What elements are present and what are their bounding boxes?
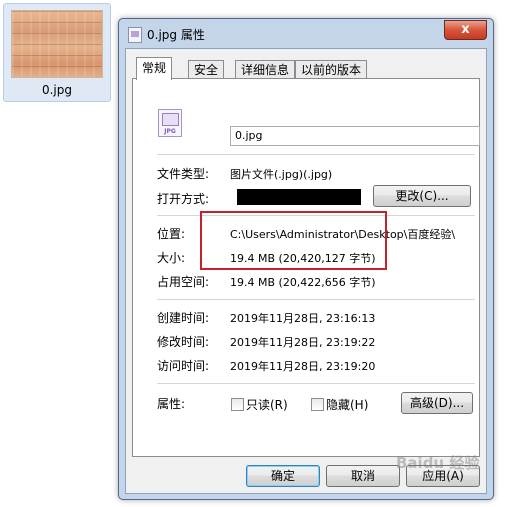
watermark: Baidu 经验 xyxy=(396,454,480,472)
tab-security[interactable]: 安全 xyxy=(188,60,225,79)
modified-value: 2019年11月28日, 23:19:22 xyxy=(230,336,376,349)
file-type-label: 文件类型: xyxy=(157,167,210,181)
file-icon xyxy=(128,27,142,43)
change-button[interactable]: 更改(C)... xyxy=(373,185,471,207)
created-label: 创建时间: xyxy=(157,311,210,325)
desktop-file-name: 0.jpg xyxy=(41,83,73,97)
created-value: 2019年11月28日, 23:16:13 xyxy=(230,312,376,325)
separator xyxy=(157,154,475,155)
size-highlight-annotation xyxy=(200,211,387,270)
readonly-label[interactable]: 只读(R) xyxy=(246,396,288,413)
opens-with-label: 打开方式: xyxy=(157,192,210,206)
dialog-client: 常规 安全 详细信息 以前的版本 JPG 0.jpg 文件类型: 图片文件(.j… xyxy=(125,48,487,494)
size-label: 大小: xyxy=(157,251,186,265)
readonly-checkbox[interactable] xyxy=(231,398,244,411)
separator xyxy=(157,299,475,300)
size-on-disk-label: 占用空间: xyxy=(157,275,210,289)
file-type-value: 图片文件(.jpg)(.jpg) xyxy=(230,168,333,181)
image-thumbnail xyxy=(11,10,103,78)
jpg-icon-label: JPG xyxy=(164,128,176,135)
cancel-button[interactable]: 取消 xyxy=(326,465,400,487)
tab-previous-versions[interactable]: 以前的版本 xyxy=(295,60,368,79)
jpg-file-icon: JPG xyxy=(158,109,182,137)
advanced-button[interactable]: 高级(D)... xyxy=(401,392,473,414)
tab-general[interactable]: 常规 xyxy=(136,57,173,80)
picture-icon xyxy=(162,113,179,126)
tab-details[interactable]: 详细信息 xyxy=(235,60,296,79)
size-on-disk-value: 19.4 MB (20,422,656 字节) xyxy=(230,276,376,289)
window-title: 0.jpg 属性 xyxy=(147,28,205,42)
separator xyxy=(157,383,475,384)
hidden-checkbox[interactable] xyxy=(311,398,324,411)
accessed-value: 2019年11月28日, 23:19:20 xyxy=(230,360,376,373)
accessed-label: 访问时间: xyxy=(157,359,210,373)
opens-with-app-redacted xyxy=(237,189,361,205)
ok-button[interactable]: 确定 xyxy=(246,465,320,487)
desktop-file-icon[interactable]: 0.jpg xyxy=(3,3,111,102)
location-label: 位置: xyxy=(157,227,186,241)
file-name-field[interactable]: 0.jpg xyxy=(230,126,480,146)
close-button[interactable]: x xyxy=(444,20,487,40)
attributes-label: 属性: xyxy=(157,397,186,411)
modified-label: 修改时间: xyxy=(157,335,210,349)
hidden-label[interactable]: 隐藏(H) xyxy=(326,396,368,413)
